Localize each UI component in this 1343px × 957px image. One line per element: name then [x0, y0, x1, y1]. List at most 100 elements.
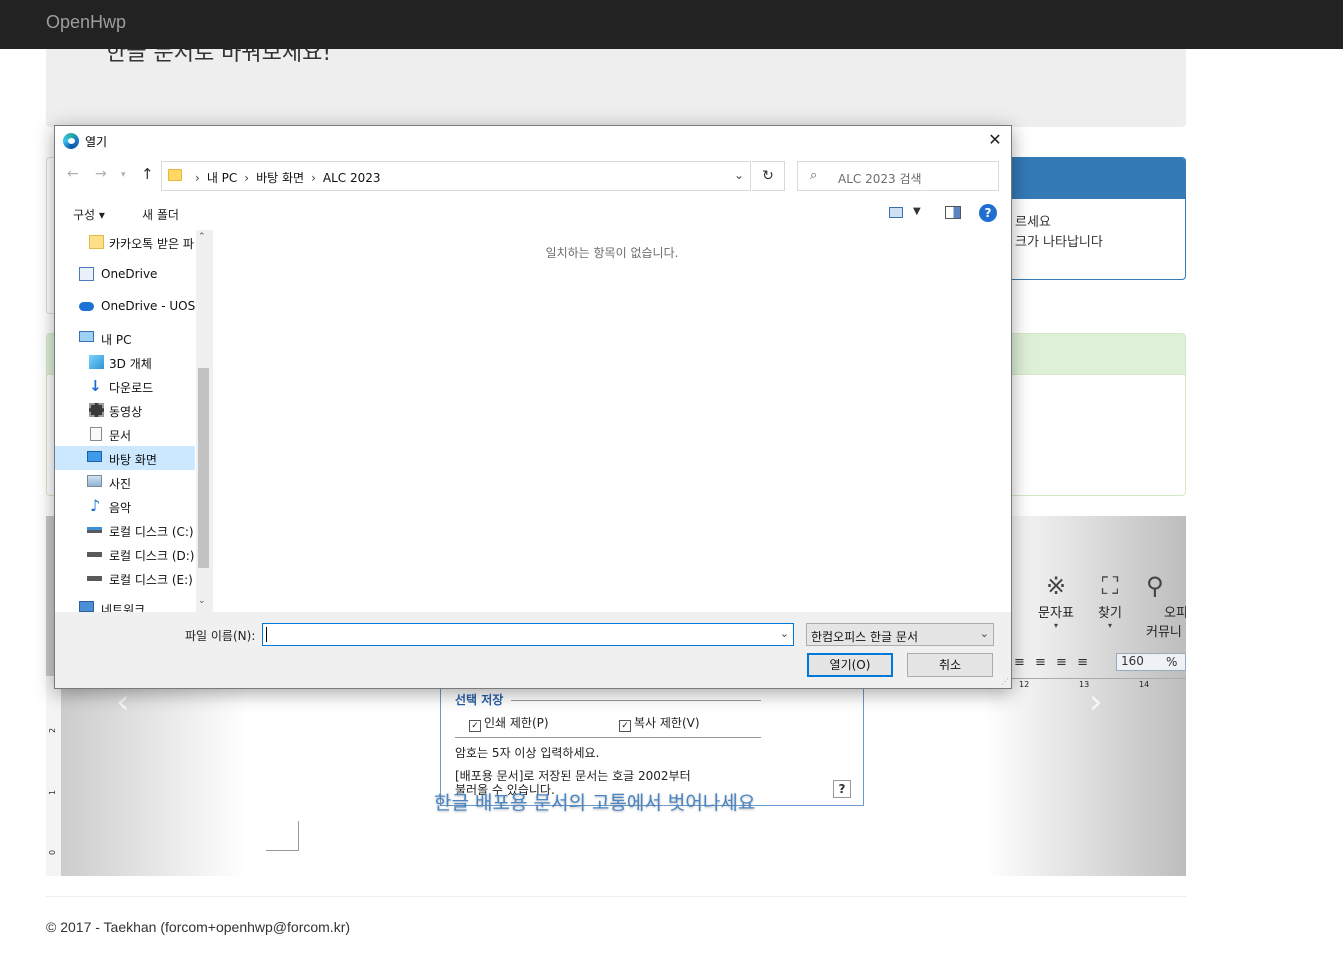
breadcrumb-item[interactable]: 바탕 화면 — [256, 171, 304, 185]
nav-item-label: 사진 — [109, 477, 132, 491]
chevron-down-icon[interactable]: ⌄ — [198, 596, 206, 606]
tool-community-label-top: 오피 — [1164, 606, 1186, 621]
chevron-down-icon: ▾ — [1053, 621, 1058, 630]
video-icon — [89, 403, 104, 417]
breadcrumb-item[interactable]: ALC 2023 — [323, 171, 381, 185]
search-input[interactable]: ⌕ ALC 2023 검색 — [797, 161, 999, 191]
ruler-mark: 14 — [1139, 680, 1150, 689]
vruler-mark: 0 — [48, 849, 58, 856]
music-icon: ♪ — [90, 496, 101, 515]
search-icon: ⌕ — [810, 168, 818, 183]
organize-button[interactable]: 구성 ▾ — [73, 206, 105, 223]
breadcrumb-item[interactable]: 내 PC — [207, 171, 237, 185]
tool-symbol: ※ 문자표 ▾ — [1032, 572, 1080, 630]
open-button[interactable]: 열기(O) — [807, 653, 893, 677]
align-buttons: ≡ ≡ ≡ ≡ — [1014, 655, 1091, 670]
nav-item-label: 로컬 디스크 (E:) — [109, 573, 193, 587]
cube-icon — [89, 355, 104, 369]
dialog-footer: 파일 이름(N): ⌄ 한컴오피스 한글 문서 ⌄ 열기(O) 취소 ⋰ — [55, 612, 1011, 688]
nav-item-this-pc[interactable]: 내 PC — [55, 326, 195, 350]
nav-item-desktop[interactable]: 바탕 화면 — [55, 446, 195, 470]
nav-item-music[interactable]: ♪ 음악 — [55, 494, 195, 518]
nav-item-network[interactable]: 네트워크 — [55, 596, 195, 612]
vruler-mark: 1 — [48, 789, 58, 796]
nav-item-onedrive-uos[interactable]: OneDrive - UOS — [55, 294, 195, 318]
cancel-button[interactable]: 취소 — [907, 653, 993, 677]
nav-item-label: 카카오톡 받은 파 — [109, 237, 194, 251]
back-arrow-icon[interactable]: ← — [67, 166, 79, 182]
nav-item-label: OneDrive — [101, 267, 158, 281]
address-bar[interactable]: › 내 PC › 바탕 화면 › ALC 2023 ⌄ — [161, 161, 751, 191]
picture-icon — [87, 475, 102, 487]
chevron-down-icon[interactable]: ⌄ — [780, 627, 789, 640]
open-file-dialog: 열기 ✕ ← → ▾ ↑ › 내 PC › 바탕 화면 › ALC 2023 ⌄ ↻ ⌕ … — [54, 125, 1012, 689]
nav-item-3d-objects[interactable]: 3D 개체 — [55, 350, 195, 374]
nav-item-label: 바탕 화면 — [109, 453, 157, 467]
nav-scrollbar[interactable]: ⌃ ⌄ — [196, 230, 211, 612]
recent-locations-icon[interactable]: ▾ — [121, 170, 126, 180]
nav-item-label: 네트워크 — [101, 603, 146, 612]
chevron-down-icon: ⌄ — [979, 627, 989, 640]
nav-item-downloads[interactable]: ↓ 다운로드 — [55, 374, 195, 398]
nav-item-pictures[interactable]: 사진 — [55, 470, 195, 494]
nav-item-label: 로컬 디스크 (C:) — [109, 525, 194, 539]
forward-arrow-icon[interactable]: → — [95, 166, 107, 182]
nav-item-disk-e[interactable]: 로컬 디스크 (E:) — [55, 566, 195, 590]
onedrive-cloud-icon — [79, 302, 94, 311]
jumbotron-lead: 한글 문서로 바꿔보세요! — [106, 49, 332, 66]
new-folder-button[interactable]: 새 폴더 — [142, 206, 179, 223]
navbar-brand[interactable]: OpenHwp — [46, 12, 126, 33]
zoom-unit: % — [1166, 655, 1178, 669]
nav-item-label: 내 PC — [101, 333, 132, 347]
resize-grip-icon[interactable]: ⋰ — [1001, 677, 1009, 686]
chevron-right-icon: › — [244, 171, 250, 185]
preview-pane-icon[interactable] — [945, 206, 961, 219]
help-icon[interactable]: ? — [979, 204, 997, 222]
nav-item-onedrive[interactable]: OneDrive — [55, 262, 195, 286]
panel-info: 르세요 크가 나타납니다 — [1000, 157, 1186, 280]
chevron-up-icon[interactable]: ⌃ — [198, 232, 206, 242]
disk-icon — [87, 576, 102, 581]
file-list[interactable]: 일치하는 항목이 없습니다. — [213, 230, 1011, 612]
nav-item-documents[interactable]: 문서 — [55, 422, 195, 446]
chevron-down-icon[interactable]: ▼ — [913, 206, 921, 217]
chevron-down-icon[interactable]: ⌄ — [734, 168, 744, 182]
text-caret — [266, 627, 267, 642]
nav-item-kakaotalk[interactable]: 카카오톡 받은 파 — [55, 230, 195, 254]
divider — [455, 737, 761, 738]
nav-item-label: OneDrive - UOS — [101, 299, 195, 313]
pc-icon — [79, 331, 94, 342]
edge-browser-icon — [63, 133, 79, 149]
refresh-icon[interactable]: ↻ — [752, 161, 785, 191]
ruler-mark: 13 — [1079, 680, 1090, 689]
scrollbar-thumb[interactable] — [198, 368, 209, 568]
carousel-right-gradient[interactable] — [986, 516, 1186, 876]
address-row: ← → ▾ ↑ › 내 PC › 바탕 화면 › ALC 2023 ⌄ ↻ ⌕ ALC 2… — [55, 160, 1011, 192]
close-icon[interactable]: ✕ — [979, 126, 1011, 156]
ruler-mark: 12 — [1019, 680, 1030, 689]
up-arrow-icon[interactable]: ↑ — [141, 165, 154, 183]
empty-message: 일치하는 항목이 없습니다. — [545, 246, 679, 260]
filetype-value: 한컴오피스 한글 문서 — [811, 630, 918, 644]
document-icon — [90, 427, 102, 441]
carousel-caption: 한글 배포용 문서의 고통에서 벗어나세요 — [434, 792, 756, 814]
filename-field[interactable]: ⌄ — [262, 623, 794, 646]
tool-community: ⚲ 오피 커뮤니 — [1146, 572, 1186, 640]
tool-symbol-label: 문자표 — [1038, 606, 1074, 621]
checkbox-checked-icon: ✓ — [619, 720, 631, 732]
tool-find: ⛶ 찾기 ▾ — [1086, 572, 1134, 630]
filetype-select[interactable]: 한컴오피스 한글 문서 ⌄ — [806, 623, 994, 646]
nav-item-disk-d[interactable]: 로컬 디스크 (D:) — [55, 542, 195, 566]
chevron-right-icon: › — [311, 171, 316, 185]
dialog-toolbar: 구성 ▾ 새 폴더 ▼ ? — [55, 200, 1011, 228]
carousel-next-icon[interactable]: › — [1089, 682, 1103, 722]
disk-c-icon — [87, 527, 102, 533]
view-options-icon[interactable] — [889, 207, 903, 218]
checkbox-checked-icon: ✓ — [469, 720, 481, 732]
nav-item-label: 음악 — [109, 501, 132, 515]
footer: © 2017 - Taekhan (forcom+openhwp@forcom.… — [46, 919, 351, 935]
nav-item-videos[interactable]: 동영상 — [55, 398, 195, 422]
nav-item-disk-c[interactable]: 로컬 디스크 (C:) — [55, 518, 195, 542]
page-corner — [266, 821, 299, 851]
dialog-titlebar[interactable]: 열기 ✕ — [55, 126, 1011, 156]
